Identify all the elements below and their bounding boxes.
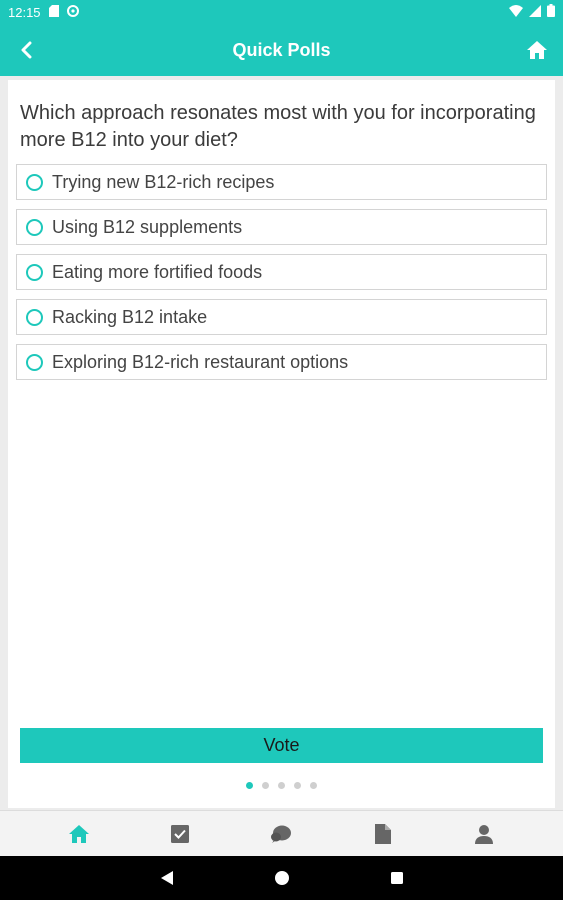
- bottom-nav: [0, 810, 563, 856]
- home-icon: [527, 41, 547, 59]
- page-dot[interactable]: [294, 782, 301, 789]
- radio-button-icon[interactable]: [26, 218, 43, 236]
- sd-card-icon: [48, 4, 59, 20]
- poll-option[interactable]: Trying new B12-rich recipes: [16, 164, 547, 200]
- poll-option-label: Exploring B12-rich restaurant options: [52, 351, 349, 372]
- home-button[interactable]: [523, 36, 551, 64]
- app-bar: Quick Polls: [0, 24, 563, 76]
- battery-icon: [547, 4, 555, 20]
- poll-question: Which approach resonates most with you f…: [20, 102, 536, 151]
- recents-square-icon[interactable]: [390, 871, 404, 885]
- poll-option-label: Eating more fortified foods: [52, 261, 263, 282]
- nav-home[interactable]: [59, 814, 99, 854]
- vote-button[interactable]: Vote: [20, 728, 543, 763]
- poll-option[interactable]: Racking B12 intake: [16, 299, 547, 335]
- poll-card: Which approach resonates most with you f…: [8, 80, 555, 808]
- poll-options: Trying new B12-rich recipes Using B12 su…: [16, 164, 547, 389]
- status-bar: 12:15: [0, 0, 563, 24]
- nav-profile[interactable]: [464, 814, 504, 854]
- poll-option[interactable]: Eating more fortified foods: [16, 254, 547, 290]
- page-dot-active[interactable]: [246, 782, 253, 789]
- nav-documents[interactable]: [363, 814, 403, 854]
- radio-button-icon[interactable]: [26, 308, 43, 326]
- poll-option[interactable]: Exploring B12-rich restaurant options: [16, 344, 547, 380]
- chat-icon: [271, 825, 292, 843]
- nav-chat[interactable]: [261, 814, 301, 854]
- page-title: Quick Polls: [232, 40, 331, 60]
- page-indicator: [8, 782, 555, 789]
- poll-option[interactable]: Using B12 supplements: [16, 209, 547, 245]
- page-dot[interactable]: [310, 782, 317, 789]
- poll-option-label: Using B12 supplements: [52, 216, 243, 237]
- poll-option-label: Racking B12 intake: [52, 306, 208, 327]
- document-icon: [374, 823, 391, 844]
- system-nav-bar: [0, 856, 563, 900]
- radio-button-icon[interactable]: [26, 353, 43, 371]
- checkbox-icon: [171, 824, 190, 843]
- profile-icon: [475, 824, 494, 844]
- page-dot[interactable]: [262, 782, 269, 789]
- signal-icon: [529, 4, 541, 20]
- status-time: 12:15: [8, 4, 41, 20]
- nav-tasks[interactable]: [160, 814, 200, 854]
- back-triangle-icon[interactable]: [160, 870, 174, 886]
- sync-icon: [66, 4, 79, 20]
- radio-button-icon[interactable]: [26, 263, 43, 281]
- poll-option-label: Trying new B12-rich recipes: [52, 171, 275, 192]
- wifi-icon: [509, 4, 523, 20]
- page-dot[interactable]: [278, 782, 285, 789]
- home-circle-icon[interactable]: [274, 870, 290, 886]
- radio-button-icon[interactable]: [26, 173, 43, 191]
- home-icon: [68, 824, 89, 843]
